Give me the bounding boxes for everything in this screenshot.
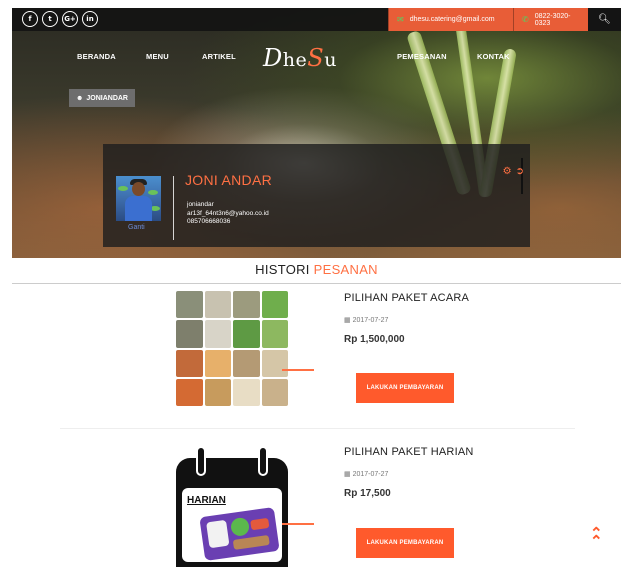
user-tag-label: JONIANDAR	[86, 94, 128, 102]
profile-card: Ganti JONI ANDAR joniandar ar13f_64nt3n6…	[103, 144, 530, 247]
logout-icon[interactable]: ➲	[516, 166, 524, 177]
user-icon: ☻	[76, 94, 84, 102]
order-price: Rp 1,500,000	[344, 334, 405, 345]
search-button[interactable]: 🔍︎	[588, 8, 621, 31]
social-links: f t G+ in	[22, 11, 98, 27]
profile-actions: ⚙ ➲	[503, 166, 524, 177]
email-contact[interactable]: ✉ dhesu.catering@gmail.com	[388, 8, 513, 31]
facebook-icon[interactable]: f	[22, 11, 38, 27]
twitter-icon[interactable]: t	[42, 11, 58, 27]
hero-banner: f t G+ in ✉ dhesu.catering@gmail.com ✆ 0…	[12, 8, 621, 258]
history-title: HISTORI PESANAN	[255, 262, 378, 277]
nav-item-menu[interactable]: MENU	[146, 52, 169, 61]
user-tag[interactable]: ☻ JONIANDAR	[69, 89, 135, 107]
nav-item-artikel[interactable]: ARTIKEL	[202, 52, 236, 61]
pay-button[interactable]: LAKUKAN PEMBAYARAN	[356, 528, 454, 558]
calendar-label: HARIAN	[185, 495, 228, 506]
scroll-to-top-icon[interactable]: ⌃ ⌃	[590, 526, 603, 549]
order-image-paket-acara	[176, 291, 288, 406]
phone-icon: ✆	[522, 15, 529, 24]
order-date: ▦ 2017-07-27	[344, 471, 389, 478]
divider	[173, 176, 174, 240]
envelope-icon: ✉	[397, 15, 404, 24]
order-separator	[60, 428, 575, 429]
search-icon: 🔍︎	[598, 14, 611, 25]
site-logo[interactable]: DheSu	[263, 44, 337, 72]
profile-details: joniandar ar13f_64nt3n6@yahoo.co.id 0857…	[187, 201, 269, 227]
avatar[interactable]	[116, 176, 161, 221]
top-bar: f t G+ in ✉ dhesu.catering@gmail.com ✆ 0…	[12, 8, 621, 31]
change-photo-link[interactable]: Ganti	[128, 224, 145, 231]
order-image-paket-harian: HARIAN	[176, 446, 288, 567]
order-price: Rp 17,500	[344, 488, 391, 499]
phone-contact[interactable]: ✆ 0822-3020-0323	[513, 8, 588, 31]
settings-gear-icon[interactable]: ⚙	[503, 166, 512, 177]
order-date: ▦ 2017-07-27	[344, 317, 389, 324]
profile-name: JONI ANDAR	[185, 172, 273, 188]
email-text: dhesu.catering@gmail.com	[409, 16, 495, 23]
order-name: PILIHAN PAKET HARIAN	[344, 446, 474, 458]
order-name: PILIHAN PAKET ACARA	[344, 292, 470, 304]
pay-button[interactable]: LAKUKAN PEMBAYARAN	[356, 373, 454, 403]
linkedin-icon[interactable]: in	[82, 11, 98, 27]
phone-text: 0822-3020-0323	[534, 12, 571, 27]
profile-email: ar13f_64nt3n6@yahoo.co.id	[187, 209, 269, 217]
nav-item-kontak[interactable]: KONTAK	[477, 52, 510, 61]
calendar-icon: ▦	[344, 317, 351, 324]
nav-item-pemesanan[interactable]: PEMESANAN	[397, 52, 447, 61]
history-divider	[12, 283, 621, 284]
calendar-icon: ▦	[344, 471, 351, 478]
profile-phone: 085706668036	[187, 218, 231, 225]
google-plus-icon[interactable]: G+	[62, 11, 78, 27]
nav-item-beranda[interactable]: BERANDA	[77, 52, 116, 61]
profile-username: joniandar	[187, 201, 214, 208]
